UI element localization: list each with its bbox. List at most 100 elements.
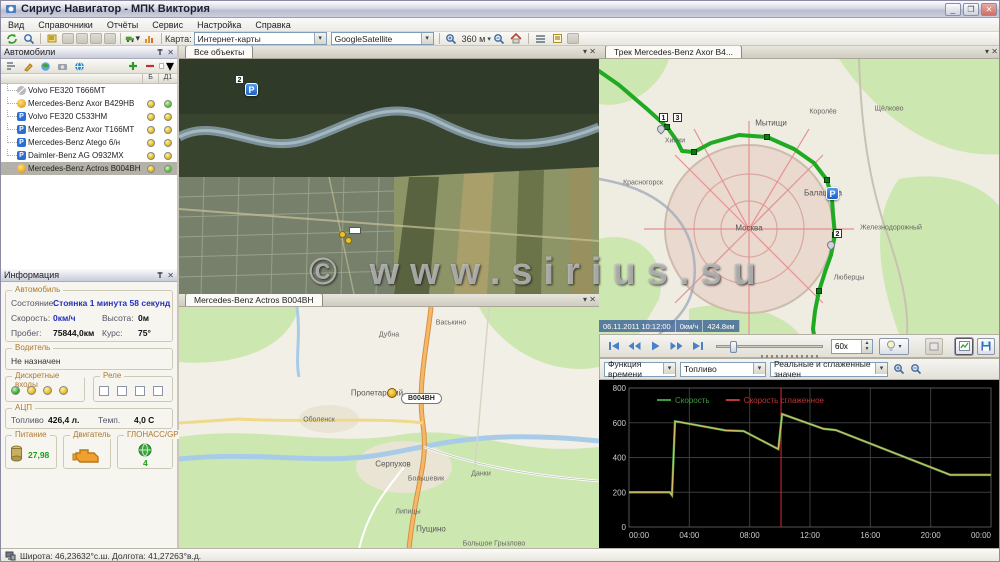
- rewind-icon[interactable]: [626, 338, 643, 354]
- skip-end-icon[interactable]: [689, 338, 706, 354]
- playback-slider[interactable]: [716, 345, 823, 348]
- vehicle-row[interactable]: Volvo FE320 Т666МТ: [1, 84, 177, 97]
- view-mode-dropdown[interactable]: ▾: [159, 60, 174, 73]
- pane-close-icon[interactable]: ✕: [589, 295, 596, 304]
- search-icon[interactable]: [21, 32, 36, 45]
- map-city-label: Химки: [665, 138, 685, 145]
- zoom-out-icon[interactable]: [492, 32, 507, 45]
- add-vehicle-icon[interactable]: [125, 60, 140, 73]
- map-provider-select[interactable]: Интернет-карты▾: [194, 32, 327, 45]
- chart-zoom-out-icon[interactable]: [908, 363, 923, 376]
- chart-values-select[interactable]: Реальные и сглаженные значен▾: [770, 362, 888, 377]
- engine-group: Двигатель: [63, 435, 111, 469]
- column-b[interactable]: Б: [143, 74, 159, 83]
- track-info-overlay: 06.11.2011 10:12:00 0км/ч 424.8км: [599, 320, 740, 332]
- status-dot-green: [164, 165, 172, 173]
- svg-text:400: 400: [613, 454, 627, 463]
- remove-vehicle-icon[interactable]: [142, 60, 157, 73]
- inputs-group: Дискретные входы: [5, 376, 85, 402]
- map-all-tab[interactable]: Все объекты: [185, 46, 253, 58]
- brush-icon[interactable]: [21, 60, 36, 73]
- pin-icon[interactable]: [156, 48, 164, 56]
- playback-speed-spinner[interactable]: 60x▲▼: [831, 339, 873, 354]
- pane-menu-icon[interactable]: ▾: [583, 47, 587, 56]
- show-chart-button[interactable]: [955, 338, 973, 355]
- satellite-map[interactable]: 2 P: [179, 59, 599, 294]
- restore-button[interactable]: ❐: [963, 3, 979, 16]
- pane-close-icon[interactable]: ✕: [589, 47, 596, 56]
- fuel-chart[interactable]: 020040060080000:0004:0008:0012:0016:0020…: [599, 380, 1000, 549]
- menu-item[interactable]: Настройка: [190, 18, 248, 32]
- vehicles-panel-header: Автомобили ✕: [1, 46, 177, 59]
- relay-checkbox[interactable]: [117, 386, 127, 396]
- pane-close-icon[interactable]: ✕: [991, 47, 998, 56]
- splitter-handle[interactable]: [761, 355, 821, 358]
- track-badge-1[interactable]: 1: [659, 113, 668, 122]
- menu-item[interactable]: Вид: [1, 18, 31, 32]
- vehicle-row[interactable]: PVolvo FE320 С533НМ: [1, 110, 177, 123]
- chart-tool-icon[interactable]: [142, 32, 157, 45]
- camera-icon[interactable]: [55, 60, 70, 73]
- play-icon[interactable]: [647, 338, 664, 354]
- pin-icon[interactable]: [156, 271, 164, 279]
- status-bar: Широта: 46,23632°с.ш. Долгота: 41,27263°…: [1, 548, 1000, 562]
- menu-item[interactable]: Сервис: [145, 18, 190, 32]
- close-button[interactable]: ✕: [981, 3, 997, 16]
- track-badge-3[interactable]: 3: [673, 113, 682, 122]
- map-vehicle-tab[interactable]: Mercedes-Benz Actros В004ВН: [185, 294, 323, 306]
- map-track-tab[interactable]: Трек Mercedes-Benz Axor В4...: [605, 46, 742, 58]
- menu-item[interactable]: Отчёты: [100, 18, 145, 32]
- track-parking-marker[interactable]: P: [826, 187, 839, 200]
- title-bar[interactable]: Сириус Навигатор - МПК Виктория _ ❐ ✕: [1, 1, 1000, 18]
- menu-item[interactable]: Справка: [248, 18, 297, 32]
- fast-forward-icon[interactable]: [668, 338, 685, 354]
- relay-checkbox[interactable]: [99, 386, 109, 396]
- info-panel-title: Информация: [4, 270, 59, 280]
- menu-item[interactable]: Справочники: [31, 18, 100, 32]
- skip-start-icon[interactable]: [605, 338, 622, 354]
- height-label: Высота:: [102, 313, 134, 323]
- vehicle-row[interactable]: Mercedes-Benz Actros В004ВН: [1, 162, 177, 175]
- notes-icon[interactable]: [550, 32, 565, 45]
- globe-green-icon[interactable]: [38, 60, 53, 73]
- vehicle-row[interactable]: Mercedes-Benz Axor В429НВ: [1, 97, 177, 110]
- relay-checkbox[interactable]: [153, 386, 163, 396]
- map-layer-select[interactable]: GoogleSatellite▾: [331, 32, 434, 45]
- chart-zoom-in-icon[interactable]: [891, 363, 906, 376]
- lamp-dropdown-button[interactable]: ▾: [879, 338, 909, 355]
- marker-badge[interactable]: 2: [235, 75, 244, 84]
- vehicle-position-marker[interactable]: В004ВН: [401, 387, 442, 405]
- sort-icon[interactable]: [4, 60, 19, 73]
- track-badge-2[interactable]: 2: [833, 229, 842, 238]
- zoom-in-icon[interactable]: [444, 32, 459, 45]
- refresh-icon[interactable]: [4, 32, 19, 45]
- vehicle-tracking-icon[interactable]: ▾: [125, 32, 140, 45]
- disabled-tool-icon: [567, 33, 579, 44]
- street-map-vehicle[interactable]: ВаськиноДубнаПролетарскийОболенскСерпухо…: [179, 307, 599, 549]
- street-map-track[interactable]: ХимкиМытищиКоролёвЩёлковоБалашихаЖелезно…: [599, 59, 1000, 334]
- slider-handle[interactable]: [730, 341, 737, 353]
- route-button[interactable]: [925, 338, 943, 355]
- minimize-button[interactable]: _: [945, 3, 961, 16]
- globe-blue-icon[interactable]: [72, 60, 87, 73]
- relay-checkbox[interactable]: [135, 386, 145, 396]
- vehicle-row[interactable]: PMercedes-Benz Axor Т166МТ: [1, 123, 177, 136]
- save-button[interactable]: [977, 338, 995, 355]
- parking-marker[interactable]: P: [245, 83, 258, 96]
- column-d1[interactable]: Д1: [159, 74, 177, 83]
- map-scale-value[interactable]: 360 м: [462, 34, 486, 44]
- edit-icon[interactable]: [45, 32, 60, 45]
- map-pane-strip: Все объекты: [179, 46, 599, 59]
- pane-menu-icon[interactable]: ▾: [985, 47, 989, 56]
- chart-parameter-select[interactable]: Топливо▾: [680, 362, 766, 377]
- vehicle-row[interactable]: PMercedes-Benz Atego 6/н: [1, 136, 177, 149]
- close-panel-icon[interactable]: ✕: [167, 271, 174, 280]
- map-track-pane: Трек Mercedes-Benz Axor В4... ▾ ✕: [599, 46, 1000, 334]
- pane-menu-icon[interactable]: ▾: [583, 295, 587, 304]
- list-view-icon[interactable]: [533, 32, 548, 45]
- chart-mode-select[interactable]: Функция времени▾: [604, 362, 676, 377]
- map-city-label: Мытищи: [755, 119, 787, 128]
- temp-label: Темп.: [98, 415, 120, 425]
- home-icon[interactable]: [509, 32, 524, 45]
- vehicle-row[interactable]: PDaimler-Benz AG О932МХ: [1, 149, 177, 162]
